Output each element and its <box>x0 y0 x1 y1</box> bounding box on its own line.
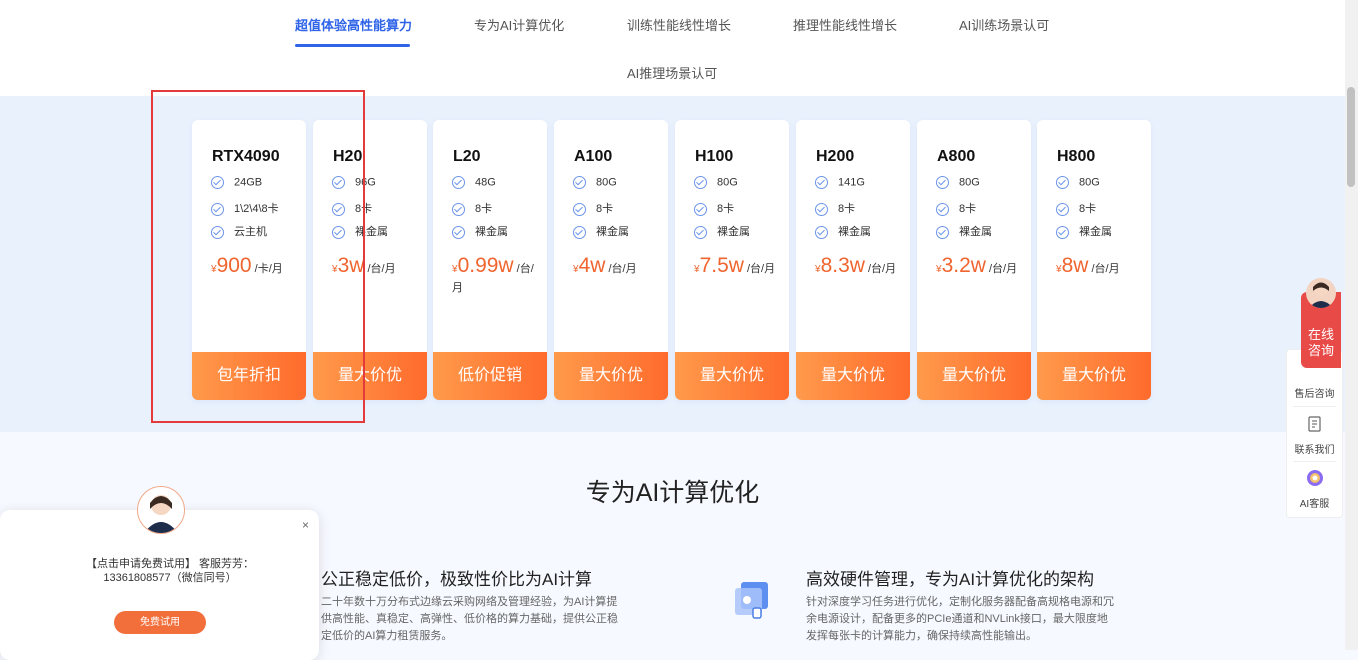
section-title: 专为AI计算优化 <box>585 479 760 507</box>
product-price: ¥8.3w /台/月 <box>815 254 897 277</box>
feature-desc-low-price: 二十年数十万分布式边缘云采购网络及管理经验，为AI计算提供高性能、真稳定、高弹性… <box>321 596 618 642</box>
check-circle-icon <box>815 202 828 216</box>
product-price: ¥7.5w /台/月 <box>694 254 776 277</box>
check-circle-icon <box>452 176 465 189</box>
ai-service-button[interactable]: AI客服 <box>1287 495 1342 510</box>
product-name: A800 <box>937 148 976 165</box>
side-contact-panel: 售后咨询 联系我们 AI客服 <box>1286 349 1343 518</box>
product-name: L20 <box>453 148 481 165</box>
product-cta-button[interactable]: 量大价优 <box>1037 352 1151 400</box>
spec-type: 裸金属 <box>452 223 508 239</box>
check-circle-icon <box>573 225 586 239</box>
check-circle-icon <box>1056 225 1069 239</box>
check-circle-icon <box>936 225 949 239</box>
check-circle-icon <box>694 225 707 239</box>
feature-desc-hardware: 针对深度学习任务进行优化，定制化服务器配备高规格电源和冗余电源设计，配备更多的P… <box>806 596 1114 642</box>
product-cta-button[interactable]: 量大价优 <box>917 352 1031 400</box>
highlight-box <box>151 90 365 423</box>
support-avatar <box>137 486 185 534</box>
product-price: ¥4w /台/月 <box>573 254 637 277</box>
check-circle-icon <box>1056 202 1069 216</box>
active-tab-underline <box>295 44 410 47</box>
spec-memory: 80G <box>1056 176 1100 192</box>
spec-cards: 8卡 <box>573 200 613 216</box>
feature-title-low-price: 公正稳定低价，极致性价比为AI计算 <box>321 570 593 589</box>
tab-ai-optimized[interactable]: 专为AI计算优化 <box>474 15 564 34</box>
feature-title-hardware: 高效硬件管理，专为AI计算优化的架构 <box>806 570 1095 589</box>
tab-training-scaling[interactable]: 训练性能线性增长 <box>627 15 731 34</box>
check-circle-icon <box>936 202 949 216</box>
spec-type: 裸金属 <box>1056 223 1112 239</box>
check-circle-icon <box>936 176 949 189</box>
spec-type: 裸金属 <box>815 223 871 239</box>
product-name: H800 <box>1057 148 1096 165</box>
spec-cards: 8卡 <box>936 200 976 216</box>
tab-inference-scenarios[interactable]: AI推理场景认可 <box>627 63 717 82</box>
product-cta-button[interactable]: 低价促销 <box>433 352 547 400</box>
agent-avatar <box>1306 278 1336 308</box>
popup-message: 【点击申请免费试用】 客服芳芳：13361808577（微信同号） <box>85 558 255 584</box>
hardware-management-icon <box>735 582 768 619</box>
spec-cards: 8卡 <box>694 200 734 216</box>
ai-assistant-icon[interactable] <box>1306 469 1324 487</box>
product-price: ¥0.99w /台/月 <box>452 254 534 294</box>
spec-memory: 141G <box>815 176 865 192</box>
product-name: A100 <box>574 148 613 165</box>
check-circle-icon <box>815 225 828 239</box>
check-circle-icon <box>694 176 707 189</box>
tab-value-experience[interactable]: 超值体验高性能算力 <box>295 15 412 34</box>
product-price: ¥8w /台/月 <box>1056 254 1120 277</box>
document-icon[interactable] <box>1306 415 1324 433</box>
check-circle-icon <box>573 202 586 216</box>
after-sales-button[interactable]: 售后咨询 <box>1287 385 1342 400</box>
spec-cards: 8卡 <box>1056 200 1096 216</box>
spec-type: 裸金属 <box>573 223 629 239</box>
product-card-l20[interactable]: L20 48G 8卡 裸金属 ¥0.99w /台/月 低价促销 <box>433 120 547 400</box>
check-circle-icon <box>815 176 828 189</box>
product-card-h100[interactable]: H100 80G 8卡 裸金属 ¥7.5w /台/月 量大价优 <box>675 120 789 400</box>
check-circle-icon <box>452 202 465 216</box>
spec-memory: 80G <box>573 176 617 192</box>
divider <box>1293 406 1336 407</box>
spec-memory: 48G <box>452 176 496 192</box>
product-cta-button[interactable]: 量大价优 <box>796 352 910 400</box>
product-name: H200 <box>816 148 855 165</box>
close-icon[interactable]: × <box>302 518 309 532</box>
check-circle-icon <box>1056 176 1069 189</box>
spec-memory: 80G <box>694 176 738 192</box>
product-card-a800[interactable]: A800 80G 8卡 裸金属 ¥3.2w /台/月 量大价优 <box>917 120 1031 400</box>
product-cta-button[interactable]: 量大价优 <box>554 352 668 400</box>
spec-cards: 8卡 <box>452 200 492 216</box>
product-card-a100[interactable]: A100 80G 8卡 裸金属 ¥4w /台/月 量大价优 <box>554 120 668 400</box>
contact-us-button[interactable]: 联系我们 <box>1287 441 1342 456</box>
spec-type: 裸金属 <box>936 223 992 239</box>
product-name: H100 <box>695 148 734 165</box>
product-cta-button[interactable]: 量大价优 <box>675 352 789 400</box>
top-nav: 超值体验高性能算力 专为AI计算优化 训练性能线性增长 推理性能线性增长 AI训… <box>0 0 1345 96</box>
tab-training-scenarios[interactable]: AI训练场景认可 <box>959 15 1049 34</box>
product-card-h800[interactable]: H800 80G 8卡 裸金属 ¥8w /台/月 量大价优 <box>1037 120 1151 400</box>
spec-cards: 8卡 <box>815 200 855 216</box>
divider <box>1293 461 1336 462</box>
free-trial-button[interactable]: 免费试用 <box>114 611 206 634</box>
online-label-line1: 在线 <box>1307 327 1334 342</box>
online-label-line2: 咨询 <box>1307 343 1334 358</box>
check-circle-icon <box>694 202 707 216</box>
check-circle-icon <box>573 176 586 189</box>
product-price: ¥3.2w /台/月 <box>936 254 1018 277</box>
scrollbar-thumb[interactable] <box>1347 87 1355 187</box>
product-card-h200[interactable]: H200 141G 8卡 裸金属 ¥8.3w /台/月 量大价优 <box>796 120 910 400</box>
check-circle-icon <box>452 225 465 239</box>
spec-type: 裸金属 <box>694 223 750 239</box>
tab-inference-scaling[interactable]: 推理性能线性增长 <box>793 15 897 34</box>
spec-memory: 80G <box>936 176 980 192</box>
